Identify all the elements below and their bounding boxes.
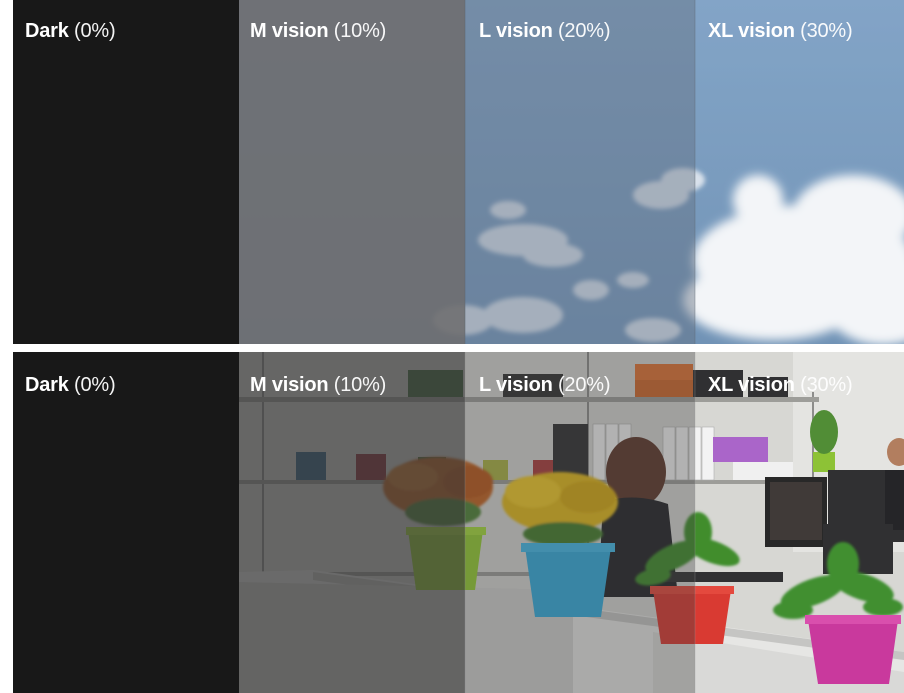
sky-photo — [13, 0, 904, 344]
label-m-vision-bottom: M vision (10%) — [250, 374, 387, 396]
label-l-vision-bottom: L vision (20%) — [479, 374, 611, 396]
label-dark-top: Dark (0%) — [25, 20, 116, 42]
office-comparison-panel: Dark (0%) M vision (10%) L vision (20%) … — [13, 352, 904, 693]
label-m-vision-top: M vision (10%) — [250, 20, 387, 42]
label-dark-bottom: Dark (0%) — [25, 374, 116, 396]
office-photo — [13, 352, 904, 693]
label-l-vision-top: L vision (20%) — [479, 20, 611, 42]
label-xl-vision-top: XL vision (30%) — [708, 20, 853, 42]
sky-comparison-panel: Dark (0%) M vision (10%) L vision (20%) … — [13, 0, 904, 344]
label-xl-vision-bottom: XL vision (30%) — [708, 374, 853, 396]
